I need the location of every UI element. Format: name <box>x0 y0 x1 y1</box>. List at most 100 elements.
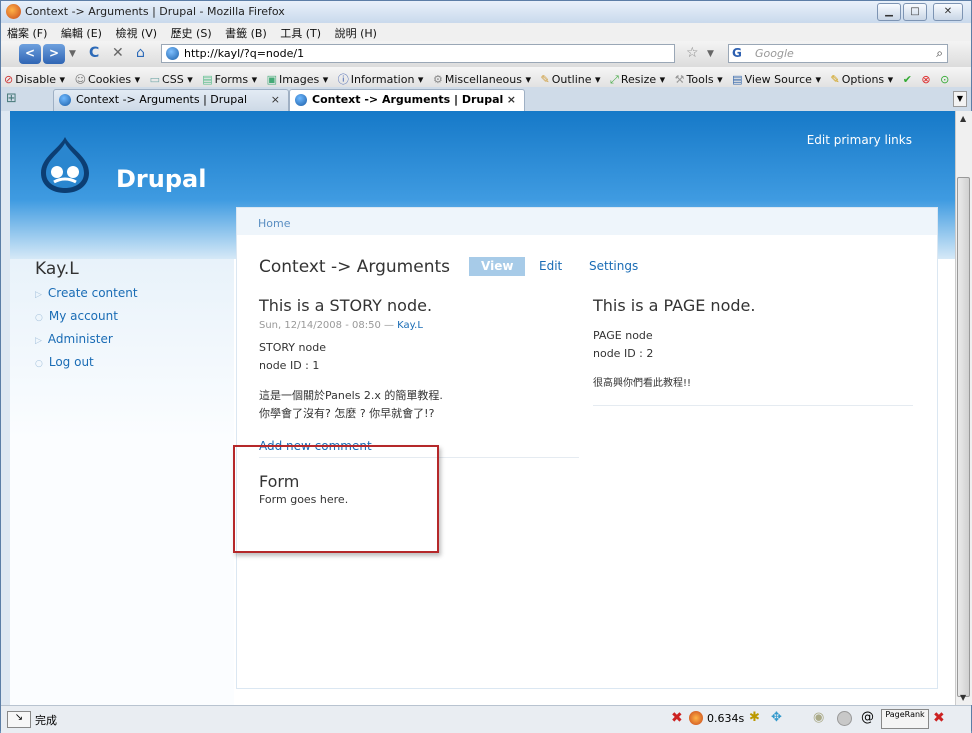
tab-edit[interactable]: Edit <box>539 259 562 273</box>
page-node-text: node ID : 2 <box>593 347 654 360</box>
back-button[interactable]: < <box>19 44 41 64</box>
minimize-button[interactable]: ▁ <box>877 3 901 21</box>
page-node-text: PAGE node <box>593 329 653 342</box>
highlight-annotation-box <box>233 445 439 553</box>
breadcrumb-home[interactable]: Home <box>258 217 290 230</box>
sidebar-username: Kay.L <box>35 259 79 279</box>
browser-window: Context -> Arguments | Drupal - Mozilla … <box>0 0 972 733</box>
maximize-button[interactable]: □ <box>903 3 927 21</box>
menu-tools[interactable]: 工具 (T) <box>274 23 325 41</box>
breadcrumb: Home <box>237 208 937 235</box>
menu-edit[interactable]: 編輯 (E) <box>55 23 106 41</box>
bug-icon[interactable]: ✱ <box>749 710 760 725</box>
devbar-css[interactable]: ▭ CSS ▾ <box>147 69 196 86</box>
close-status-icon[interactable]: ✖ <box>933 710 945 726</box>
valid-check-icon[interactable]: ✔ <box>900 69 915 86</box>
addon-icon[interactable]: ◉ <box>813 710 824 725</box>
tab-settings[interactable]: Settings <box>589 259 638 273</box>
status-circle-icon[interactable] <box>837 711 852 726</box>
devbar-images[interactable]: ▣ Images ▾ <box>264 69 332 86</box>
menu-bookmarks[interactable]: 書籤 (B) <box>219 23 271 41</box>
tab-label: Context -> Arguments | Drupal <box>312 93 504 106</box>
firebug-icon[interactable] <box>689 711 703 725</box>
bookmark-star-icon[interactable]: ☆ <box>686 45 699 61</box>
home-icon[interactable]: ⌂ <box>136 45 145 61</box>
menu-history[interactable]: 歷史 (S) <box>165 23 216 41</box>
sidebar-item-create-content[interactable]: ▷ Create content <box>35 286 138 309</box>
sidebar-item-administer[interactable]: ▷ Administer <box>35 332 138 355</box>
scroll-down-arrow-icon[interactable]: ▼ <box>960 693 966 702</box>
collapsed-arrow-icon: ▷ <box>35 290 42 300</box>
bullet-icon: ○ <box>35 313 43 323</box>
tab-inactive[interactable]: Context -> Arguments | Drupal × <box>53 89 289 111</box>
search-placeholder: Google <box>755 47 794 60</box>
devbar-disable[interactable]: ⊘ Disable ▾ <box>1 69 68 86</box>
url-bar[interactable]: http://kayl/?q=node/1 <box>161 44 675 63</box>
web-page: Drupal Edit primary links Kay.L ▷ Create … <box>10 111 955 705</box>
close-tab-icon[interactable]: × <box>507 90 516 110</box>
menu-view[interactable]: 檢視 (V) <box>109 23 161 41</box>
sidebar-item-my-account[interactable]: ○ My account <box>35 309 138 332</box>
window-title: Context -> Arguments | Drupal - Mozilla … <box>25 5 285 18</box>
url-dropdown-icon[interactable]: ▼ <box>707 49 714 59</box>
story-text: STORY node <box>259 341 326 354</box>
reload-icon[interactable]: C <box>89 45 99 61</box>
devbar-forms[interactable]: ▤ Forms ▾ <box>199 69 260 86</box>
story-author-link[interactable]: Kay.L <box>397 320 423 331</box>
page-title: Context -> Arguments <box>259 257 450 277</box>
tab-view[interactable]: View <box>469 257 526 276</box>
site-name[interactable]: Drupal <box>116 165 206 193</box>
devbar-options[interactable]: ✎ Options ▾ <box>827 69 896 86</box>
drupal-favicon-icon <box>59 94 71 106</box>
story-heading: This is a STORY node. <box>259 296 433 315</box>
devbar-miscellaneous[interactable]: ⚙ Miscellaneous ▾ <box>430 69 534 86</box>
search-box[interactable]: G Google ⌕ <box>728 44 948 63</box>
menu-file[interactable]: 檔案 (F) <box>1 23 51 41</box>
devbar-information[interactable]: ⓘ Information ▾ <box>335 67 427 87</box>
url-text[interactable]: http://kayl/?q=node/1 <box>184 47 304 60</box>
close-tab-icon[interactable]: × <box>271 90 280 110</box>
search-icon[interactable]: ⌕ <box>936 46 943 61</box>
stop-icon[interactable]: ✕ <box>112 45 124 61</box>
title-bar: Context -> Arguments | Drupal - Mozilla … <box>1 1 971 23</box>
edit-primary-links[interactable]: Edit primary links <box>807 133 912 147</box>
story-text: 你學會了沒有? 怎麼 ? 你早就會了!? <box>259 407 435 420</box>
site-icon <box>166 47 179 60</box>
scrollbar-thumb[interactable] <box>957 177 970 697</box>
history-dropdown-icon[interactable]: ▼ <box>69 49 76 59</box>
devbar-tools[interactable]: ⚒ Tools ▾ <box>672 69 726 86</box>
devbar-view-source[interactable]: ▤ View Source ▾ <box>729 69 824 86</box>
collapsed-arrow-icon: ▷ <box>35 336 42 346</box>
page-node-body: PAGE node node ID : 2 很高興你們看此教程!! <box>593 327 913 393</box>
tab-active[interactable]: Context -> Arguments | Drupal × <box>289 89 525 111</box>
devbar-outline[interactable]: ✎ Outline ▾ <box>538 69 604 86</box>
story-body: STORY node node ID : 1 這是一個關於Panels 2.x … <box>259 339 579 423</box>
page-node-heading: This is a PAGE node. <box>593 296 756 315</box>
new-tab-icon[interactable]: ⊞ <box>6 91 17 106</box>
status-icon[interactable]: ↘ <box>7 711 31 728</box>
forward-button[interactable]: > <box>43 44 65 64</box>
close-window-button[interactable]: ✕ <box>933 3 963 21</box>
google-icon[interactable]: G <box>732 46 742 60</box>
sidebar-item-log-out[interactable]: ○ Log out <box>35 355 138 378</box>
vertical-scrollbar[interactable]: ▲ ▼ <box>955 111 972 705</box>
divider <box>593 405 913 406</box>
error-icon[interactable]: ⊗ <box>918 69 933 86</box>
at-icon[interactable]: @ <box>861 710 874 725</box>
load-time: 0.634s <box>707 712 745 725</box>
menu-help[interactable]: 說明 (H) <box>329 23 381 41</box>
navigation-toolbar: < > ▼ C ✕ ⌂ http://kayl/?q=node/1 ☆ ▼ G … <box>1 41 971 67</box>
pagerank-widget[interactable]: PageRank <box>881 709 929 729</box>
drupal-logo-icon[interactable] <box>37 135 93 195</box>
devbar-cookies[interactable]: ☺ Cookies ▾ <box>72 69 144 86</box>
devbar-resize[interactable]: ⤢ Resize ▾ <box>607 69 668 87</box>
sidebar-menu: ▷ Create content ○ My account ▷ Administer … <box>35 286 138 378</box>
tab-list-button[interactable]: ▼ <box>953 91 967 107</box>
tab-label: Context -> Arguments | Drupal <box>76 93 248 106</box>
ok-icon[interactable]: ⊙ <box>937 69 952 86</box>
sync-icon[interactable]: ✥ <box>771 710 782 725</box>
scroll-up-arrow-icon[interactable]: ▲ <box>960 114 966 123</box>
blocked-icon[interactable]: ✖ <box>671 710 683 726</box>
bullet-icon: ○ <box>35 359 43 369</box>
sidebar: Kay.L ▷ Create content ○ My account ▷ Admin… <box>10 259 234 705</box>
